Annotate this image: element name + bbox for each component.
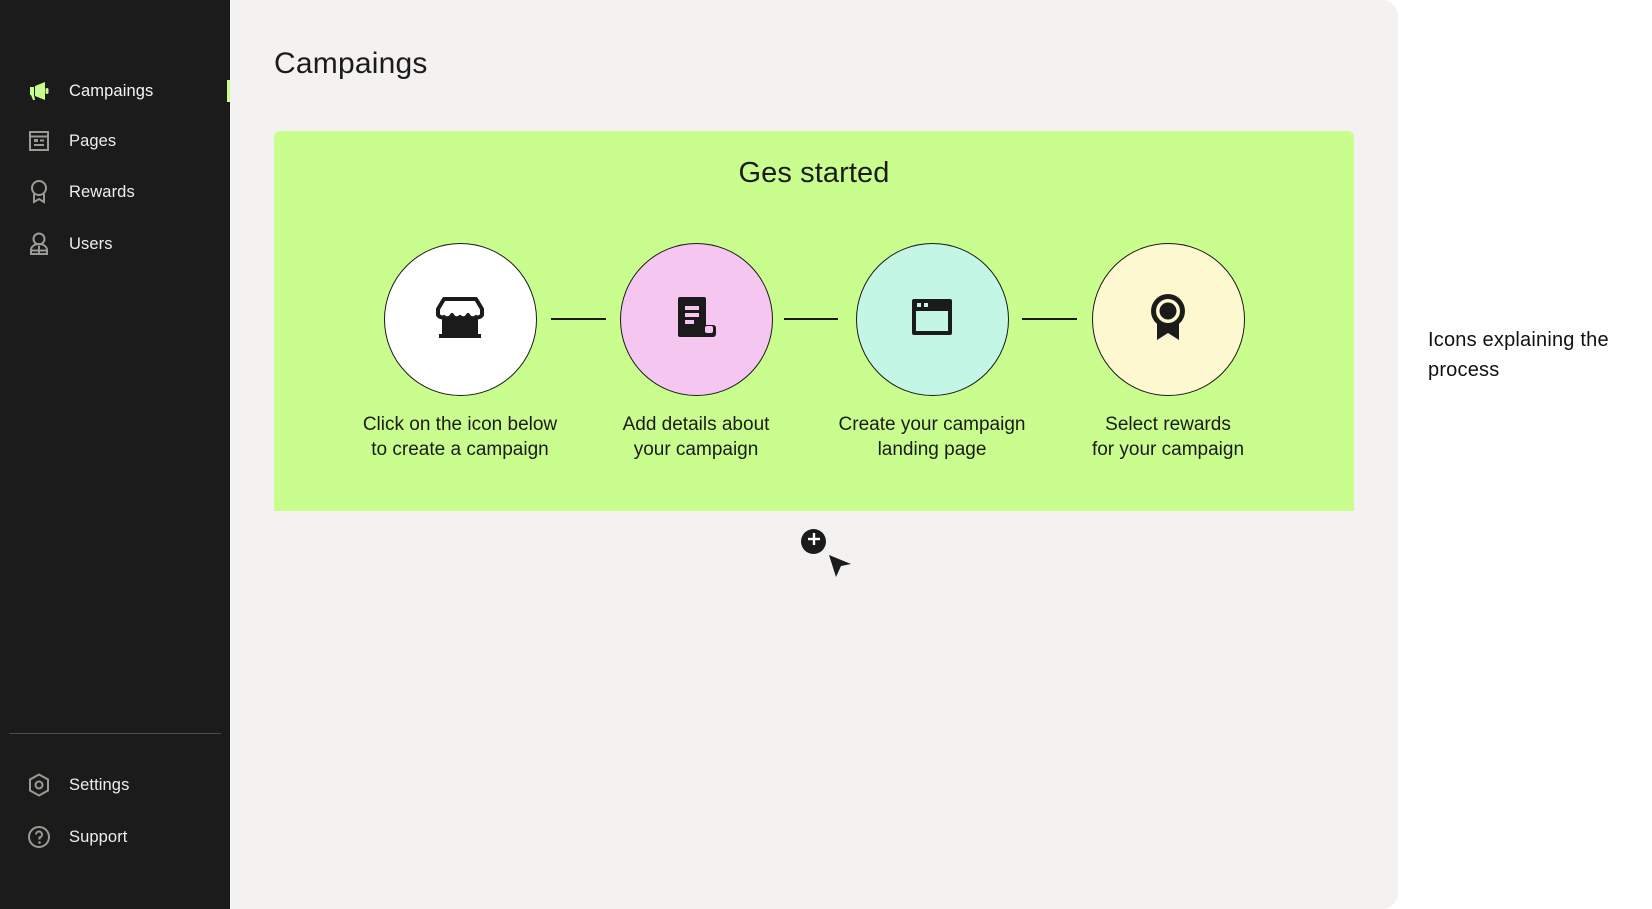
sidebar-item-label: Pages xyxy=(69,131,117,150)
sidebar-item-pages[interactable]: Pages xyxy=(0,124,230,158)
browser-window-icon xyxy=(910,297,954,342)
getting-started-banner: Ges started Click on the icon below to c… xyxy=(274,131,1354,511)
step-circle[interactable] xyxy=(1091,243,1245,396)
step-label: Select rewards for your campaign xyxy=(1091,414,1245,460)
sidebar-item-rewards[interactable]: Rewards xyxy=(0,175,230,209)
banner-title: Ges started xyxy=(738,157,890,189)
award-ribbon-icon xyxy=(27,180,51,204)
megaphone-icon xyxy=(27,79,51,103)
page-layout-icon xyxy=(27,129,51,153)
document-icon xyxy=(674,295,718,344)
sidebar-item-users[interactable]: Users xyxy=(0,227,230,261)
plus-circle-icon xyxy=(807,532,821,551)
sidebar-item-label: Users xyxy=(69,234,113,253)
step-add-details: Add details about your campaign xyxy=(576,243,816,462)
step-circle[interactable] xyxy=(855,243,1009,396)
sidebar-item-label: Support xyxy=(69,827,128,846)
user-icon xyxy=(27,232,51,256)
step-circle[interactable] xyxy=(383,243,537,396)
sidebar-item-campaings[interactable]: Campaings xyxy=(0,74,230,108)
step-circle[interactable] xyxy=(619,243,773,396)
annotation-note: Icons explaining the process xyxy=(1428,329,1609,381)
main-panel: Campaings Ges started Click on the icon … xyxy=(230,0,1398,909)
sidebar-item-settings[interactable]: Settings xyxy=(0,768,230,802)
sidebar-item-label: Settings xyxy=(69,775,130,794)
sidebar-item-label: Rewards xyxy=(69,182,135,201)
sidebar-divider xyxy=(9,733,221,734)
settings-hex-icon xyxy=(27,773,51,797)
sidebar-item-label: Campaings xyxy=(69,81,154,100)
step-label: Add details about your campaign xyxy=(622,414,770,460)
award-ribbon-icon xyxy=(1148,292,1188,347)
step-select-rewards: Select rewards for your campaign xyxy=(1048,243,1288,462)
page-title: Campaings xyxy=(274,47,428,80)
mouse-cursor-icon xyxy=(827,553,853,579)
step-label: Click on the icon below to create a camp… xyxy=(362,414,558,460)
step-landing-page: Create your campaign landing page xyxy=(812,243,1052,462)
step-create-campaign: Click on the icon below to create a camp… xyxy=(340,243,580,462)
help-circle-icon xyxy=(27,825,51,849)
add-campaign-button[interactable] xyxy=(801,529,826,554)
storefront-icon xyxy=(436,295,484,344)
sidebar: Campaings Pages Rewards Users Settings S… xyxy=(0,0,230,909)
step-label: Create your campaign landing page xyxy=(838,414,1026,460)
sidebar-item-support[interactable]: Support xyxy=(0,820,230,854)
